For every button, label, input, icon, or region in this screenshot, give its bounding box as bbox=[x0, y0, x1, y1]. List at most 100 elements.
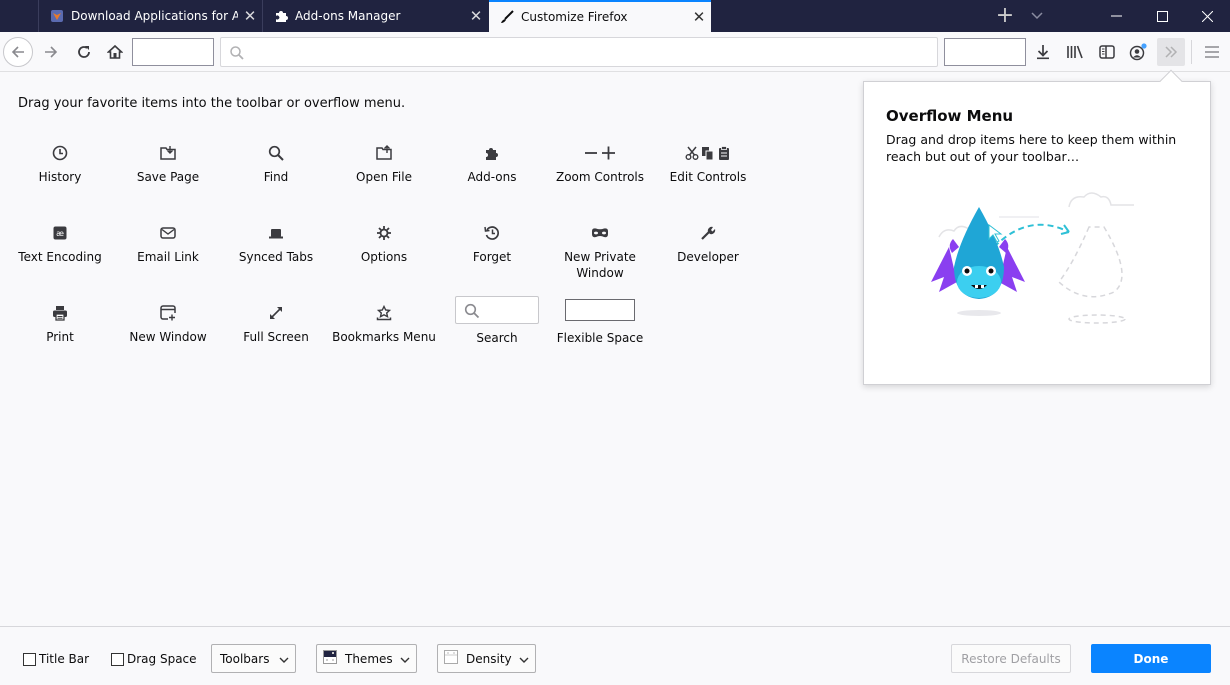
library-icon bbox=[1067, 45, 1083, 59]
checkbox-label: Title Bar bbox=[39, 652, 90, 666]
svg-text:æ: æ bbox=[56, 229, 64, 238]
chevron-down-icon bbox=[513, 652, 535, 666]
gear-icon bbox=[330, 223, 438, 243]
overflow-menu-button[interactable] bbox=[1157, 38, 1185, 66]
sidebar-icon bbox=[1099, 45, 1115, 59]
flexible-space-toolbar[interactable] bbox=[132, 38, 214, 66]
clock-icon bbox=[6, 143, 114, 163]
palette-item-find[interactable]: Find bbox=[222, 143, 330, 185]
dropdown-label: Themes bbox=[345, 651, 393, 666]
palette-item-email-link[interactable]: Email Link bbox=[114, 223, 222, 265]
reload-button[interactable] bbox=[70, 38, 98, 66]
search-icon bbox=[464, 303, 480, 319]
new-tab-button[interactable]: + bbox=[993, 4, 1017, 28]
palette-item-new-window[interactable]: New Window bbox=[114, 303, 222, 345]
app-menu-button[interactable] bbox=[1198, 38, 1226, 66]
palette-item-new-private-window[interactable]: New Private Window bbox=[546, 223, 654, 281]
printer-icon bbox=[6, 303, 114, 323]
palette-item-synced-tabs[interactable]: Synced Tabs bbox=[222, 223, 330, 265]
customize-footer: Title Bar Drag Space Toolbars Themes Den… bbox=[0, 626, 1230, 685]
chevron-down-icon bbox=[273, 652, 295, 666]
puzzle-icon bbox=[273, 8, 289, 24]
palette-item-save-page[interactable]: Save Page bbox=[114, 143, 222, 185]
palette-item-edit-controls[interactable]: Edit Controls bbox=[654, 143, 762, 185]
palette-item-options[interactable]: Options bbox=[330, 223, 438, 265]
palette-item-developer[interactable]: Developer bbox=[654, 223, 762, 265]
title-bar-checkbox[interactable]: Title Bar bbox=[23, 652, 89, 666]
navigation-toolbar bbox=[0, 32, 1230, 72]
close-tab-icon[interactable]: ✕ bbox=[238, 7, 262, 25]
puzzle-icon bbox=[438, 143, 546, 163]
save-page-icon bbox=[114, 143, 222, 163]
close-tab-icon[interactable]: ✕ bbox=[464, 7, 488, 25]
checkbox-label: Drag Space bbox=[127, 652, 197, 666]
palette-item-flexible-space[interactable]: Flexible Space bbox=[546, 296, 654, 346]
minimize-icon bbox=[1110, 15, 1122, 17]
account-icon bbox=[1129, 43, 1147, 61]
theme-icon bbox=[323, 650, 337, 667]
overflow-menu-panel: Overflow Menu Drag and drop items here t… bbox=[863, 81, 1211, 385]
search-icon bbox=[222, 143, 330, 163]
tab-label: Customize Firefox bbox=[521, 10, 628, 24]
search-widget-preview bbox=[455, 296, 539, 324]
fullscreen-icon bbox=[222, 303, 330, 323]
chevron-down-icon bbox=[394, 652, 416, 666]
tab-addons-manager[interactable]: Add-ons Manager ✕ bbox=[262, 0, 488, 32]
dropdown-label: Toolbars bbox=[220, 651, 270, 666]
forward-button[interactable] bbox=[37, 38, 65, 66]
palette-item-open-file[interactable]: Open File bbox=[330, 143, 438, 185]
edit-controls-icon bbox=[654, 143, 762, 163]
drag-space-checkbox[interactable]: Drag Space bbox=[111, 652, 197, 666]
palette-item-addons[interactable]: Add-ons bbox=[438, 143, 546, 185]
text-encoding-icon: æ bbox=[6, 223, 114, 243]
palette-item-bookmarks-menu[interactable]: Bookmarks Menu bbox=[330, 303, 438, 345]
palette-item-text-encoding[interactable]: æ Text Encoding bbox=[6, 223, 114, 265]
density-dropdown[interactable]: Density bbox=[437, 644, 536, 673]
wrench-icon bbox=[654, 223, 762, 243]
minimize-button[interactable] bbox=[1093, 0, 1139, 32]
customize-instructions: Drag your favorite items into the toolba… bbox=[18, 96, 406, 111]
palette-item-search[interactable]: Search bbox=[443, 296, 551, 346]
flexible-space-toolbar-right[interactable] bbox=[944, 38, 1026, 66]
palette-item-forget[interactable]: Forget bbox=[438, 223, 546, 265]
restore-defaults-button[interactable]: Restore Defaults bbox=[951, 644, 1071, 673]
chevron-double-right-icon bbox=[1165, 46, 1178, 58]
laptop-icon bbox=[222, 223, 330, 243]
new-window-icon bbox=[114, 303, 222, 323]
open-file-icon bbox=[330, 143, 438, 163]
hamburger-menu-icon bbox=[1205, 46, 1219, 58]
checkbox-box[interactable] bbox=[23, 652, 36, 666]
toolbars-dropdown[interactable]: Toolbars bbox=[211, 644, 296, 673]
dragon-illustration bbox=[931, 192, 1134, 324]
tab-customize-firefox[interactable]: Customize Firefox ✕ bbox=[489, 0, 711, 32]
maximize-button[interactable] bbox=[1139, 0, 1185, 32]
palette-item-history[interactable]: History bbox=[6, 143, 114, 185]
envelope-icon bbox=[114, 223, 222, 243]
site-favicon-icon bbox=[49, 8, 65, 24]
list-all-tabs-button[interactable] bbox=[1025, 4, 1049, 28]
maximize-icon bbox=[1156, 10, 1168, 22]
arrow-left-icon bbox=[11, 46, 24, 58]
downloads-button[interactable] bbox=[1029, 38, 1057, 66]
account-button[interactable] bbox=[1125, 38, 1153, 66]
library-button[interactable] bbox=[1061, 38, 1089, 66]
mask-icon bbox=[546, 223, 654, 243]
palette-item-print[interactable]: Print bbox=[6, 303, 114, 345]
tab-download-applications[interactable]: Download Applications for Android ✕ bbox=[38, 0, 262, 32]
done-button[interactable]: Done bbox=[1091, 644, 1211, 673]
tab-label: Add-ons Manager bbox=[295, 9, 401, 23]
palette-item-zoom-controls[interactable]: Zoom Controls bbox=[546, 143, 654, 185]
close-tab-icon[interactable]: ✕ bbox=[687, 8, 711, 26]
back-button[interactable] bbox=[3, 37, 33, 67]
flexible-space-preview bbox=[565, 299, 635, 321]
tab-label: Download Applications for Android bbox=[71, 9, 238, 23]
checkbox-box[interactable] bbox=[111, 652, 124, 666]
home-button[interactable] bbox=[101, 38, 129, 66]
reload-icon bbox=[78, 46, 90, 58]
themes-dropdown[interactable]: Themes bbox=[316, 644, 417, 673]
close-window-button[interactable] bbox=[1184, 0, 1230, 32]
palette-item-full-screen[interactable]: Full Screen bbox=[222, 303, 330, 345]
sidebar-button[interactable] bbox=[1093, 38, 1121, 66]
paintbrush-icon bbox=[499, 9, 515, 25]
url-bar[interactable] bbox=[220, 37, 938, 67]
